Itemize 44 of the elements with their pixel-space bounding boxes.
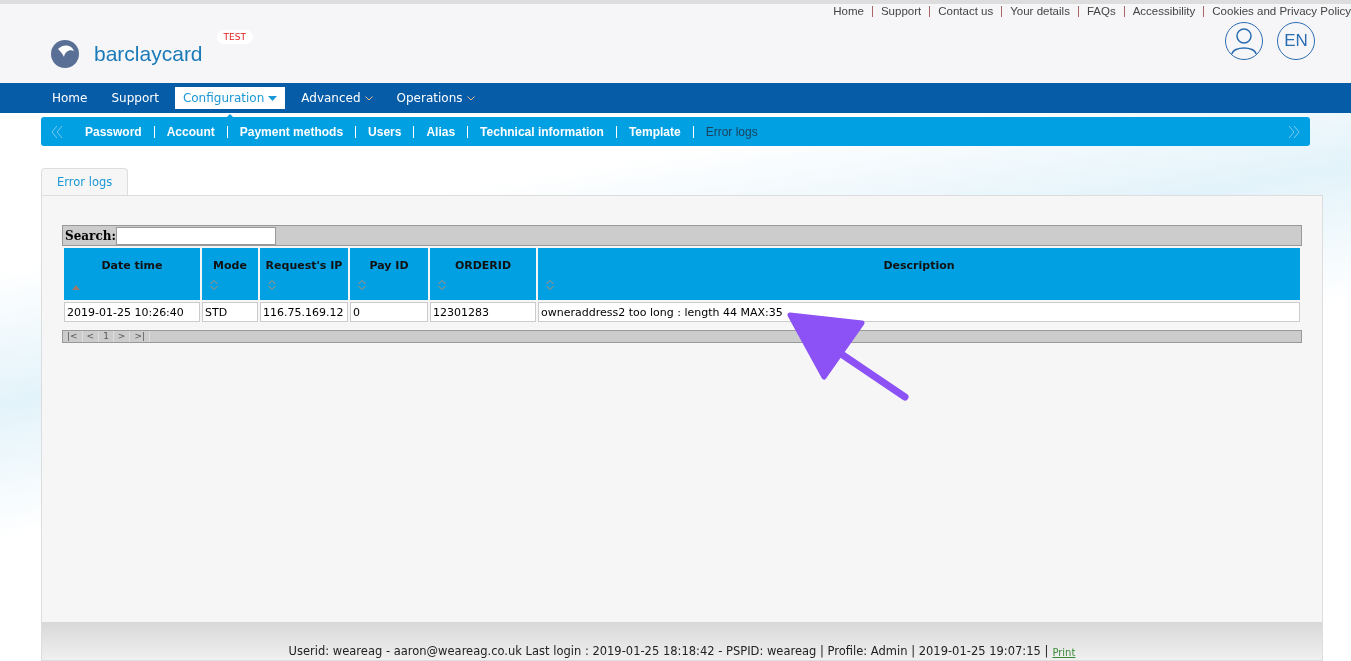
- table-cell: 2019-01-25 10:26:40: [64, 302, 200, 322]
- session-info: Userid: weareag - aaron@weareag.co.uk Last login : 2019-01-25 18:18:42 - PSPID: weareag | Profile: Admin | 2019-01-25 19:07:15 |: [288, 644, 1049, 658]
- nav-item[interactable]: Home: [44, 87, 96, 109]
- top-link[interactable]: FAQs: [1086, 5, 1116, 17]
- nav-item[interactable]: Operations: [388, 87, 483, 109]
- print-link[interactable]: Print: [1052, 647, 1076, 658]
- column-header[interactable]: ORDERID: [430, 248, 536, 300]
- sort-icon[interactable]: [358, 280, 366, 290]
- sort-icon[interactable]: [210, 280, 218, 290]
- top-link[interactable]: Your details: [1010, 5, 1070, 17]
- table-cell: STD: [202, 302, 258, 322]
- top-link[interactable]: Cookies and Privacy Policy: [1212, 5, 1351, 17]
- top-link[interactable]: Accessibility: [1132, 5, 1196, 17]
- table-cell: owneraddress2 too long : length 44 MAX:35: [538, 302, 1300, 322]
- logo-text: barclaycard: [94, 41, 203, 66]
- sort-icon[interactable]: [546, 280, 554, 290]
- column-header[interactable]: Mode: [202, 248, 258, 300]
- sort-icon[interactable]: [438, 280, 446, 290]
- pager-button[interactable]: <: [82, 331, 100, 342]
- table-cell: 0: [350, 302, 428, 322]
- column-header[interactable]: Date time: [64, 248, 200, 300]
- scroll-right-icon[interactable]: [1288, 124, 1300, 139]
- search-field[interactable]: [115, 226, 276, 245]
- search-label: Search:: [65, 228, 116, 243]
- pager-button[interactable]: >|: [130, 331, 150, 342]
- nav-item[interactable]: Advanced: [293, 87, 381, 109]
- top-link[interactable]: Home: [833, 5, 864, 17]
- nav-item[interactable]: Support: [103, 87, 167, 109]
- logo-emblem-icon: [50, 38, 80, 69]
- sort-ascending-icon[interactable]: [72, 285, 80, 290]
- top-link[interactable]: Contact us: [938, 5, 994, 17]
- pager-button[interactable]: >: [113, 331, 131, 342]
- table-cell: 116.75.169.12: [260, 302, 348, 322]
- column-header[interactable]: Pay ID: [350, 248, 428, 300]
- column-header[interactable]: Request's IP: [260, 248, 348, 300]
- table-cell: 12301283: [430, 302, 536, 322]
- environment-badge: TEST: [216, 30, 253, 44]
- top-link[interactable]: Support: [880, 5, 922, 17]
- pager-button[interactable]: |<: [63, 331, 83, 342]
- sort-icon[interactable]: [268, 280, 276, 290]
- scroll-left-icon[interactable]: [51, 124, 63, 139]
- pager-button[interactable]: 1: [99, 331, 114, 342]
- column-header[interactable]: Description: [538, 248, 1300, 300]
- sub-nav-item[interactable]: Error logs: [705, 124, 758, 139]
